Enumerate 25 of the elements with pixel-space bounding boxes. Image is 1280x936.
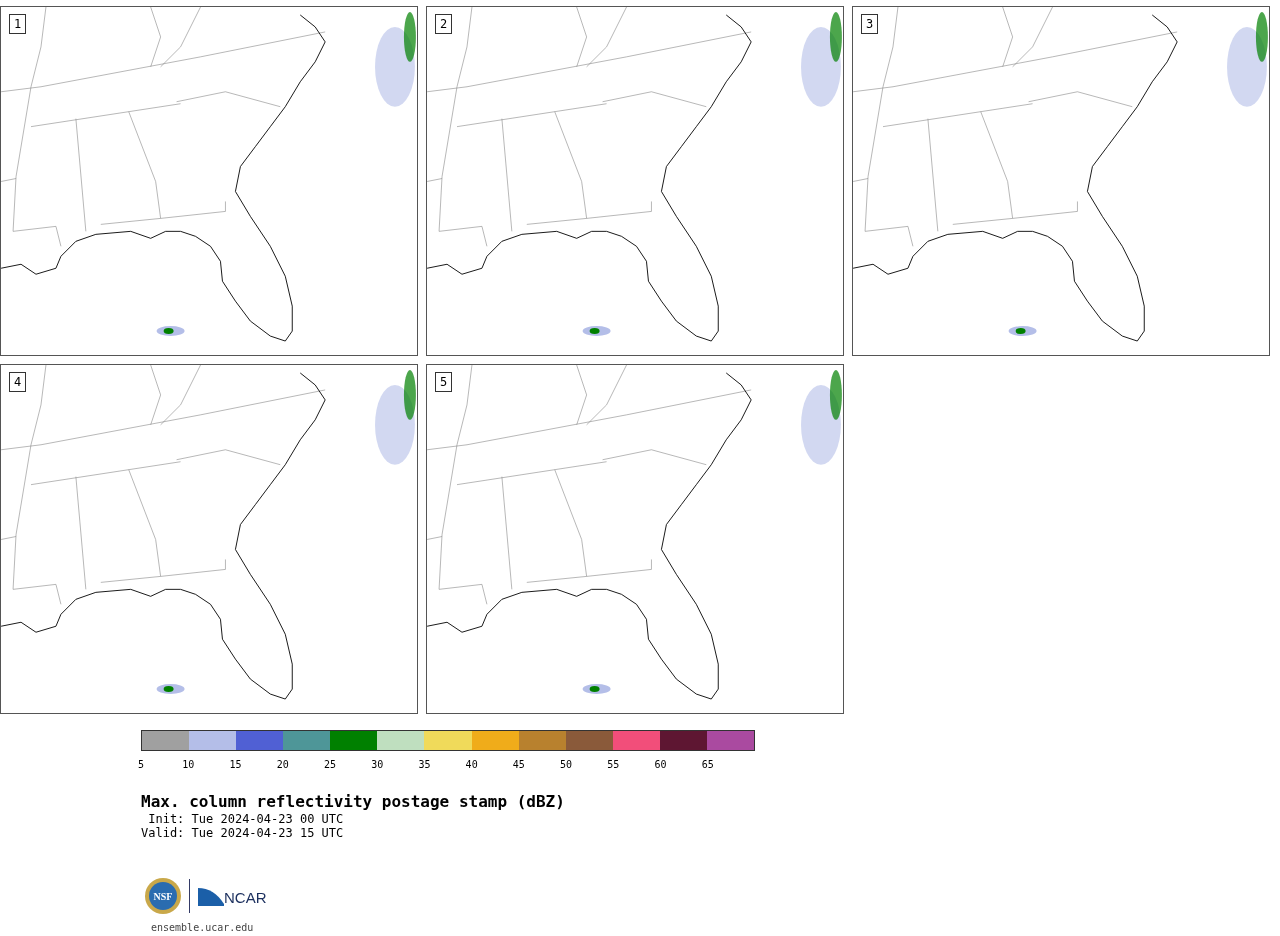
panel-number: 1 (9, 14, 27, 34)
tick-label: 65 (701, 758, 714, 772)
panel-number: 4 (9, 372, 27, 392)
tick-label: 20 (276, 758, 289, 772)
panel-number: 5 (435, 372, 453, 392)
site-url: ensemble.ucar.edu (151, 921, 255, 935)
tick-label: 30 (371, 758, 384, 772)
valid-time: Valid: Tue 2024-04-23 15 UTC (141, 826, 345, 840)
swoosh-icon (198, 886, 224, 906)
panel-number: 3 (861, 14, 879, 34)
tick-label: 5 (138, 758, 144, 772)
tick-label: 15 (229, 758, 242, 772)
tick-label: 45 (512, 758, 525, 772)
tick-label: 60 (654, 758, 667, 772)
tick-label: 25 (323, 758, 336, 772)
tick-label: 10 (182, 758, 195, 772)
chart-title: Max. column reflectivity postage stamp (dBZ) (141, 792, 566, 812)
tick-label: 40 (465, 758, 478, 772)
tick-label: 50 (560, 758, 573, 772)
nsf-logo-text: NSF (153, 889, 173, 904)
panel-number: 2 (435, 14, 453, 34)
ncar-logo-text: NCAR (224, 890, 267, 906)
tick-label: 35 (418, 758, 431, 772)
tick-label: 55 (607, 758, 620, 772)
init-time: Init: Tue 2024-04-23 00 UTC (147, 812, 345, 826)
